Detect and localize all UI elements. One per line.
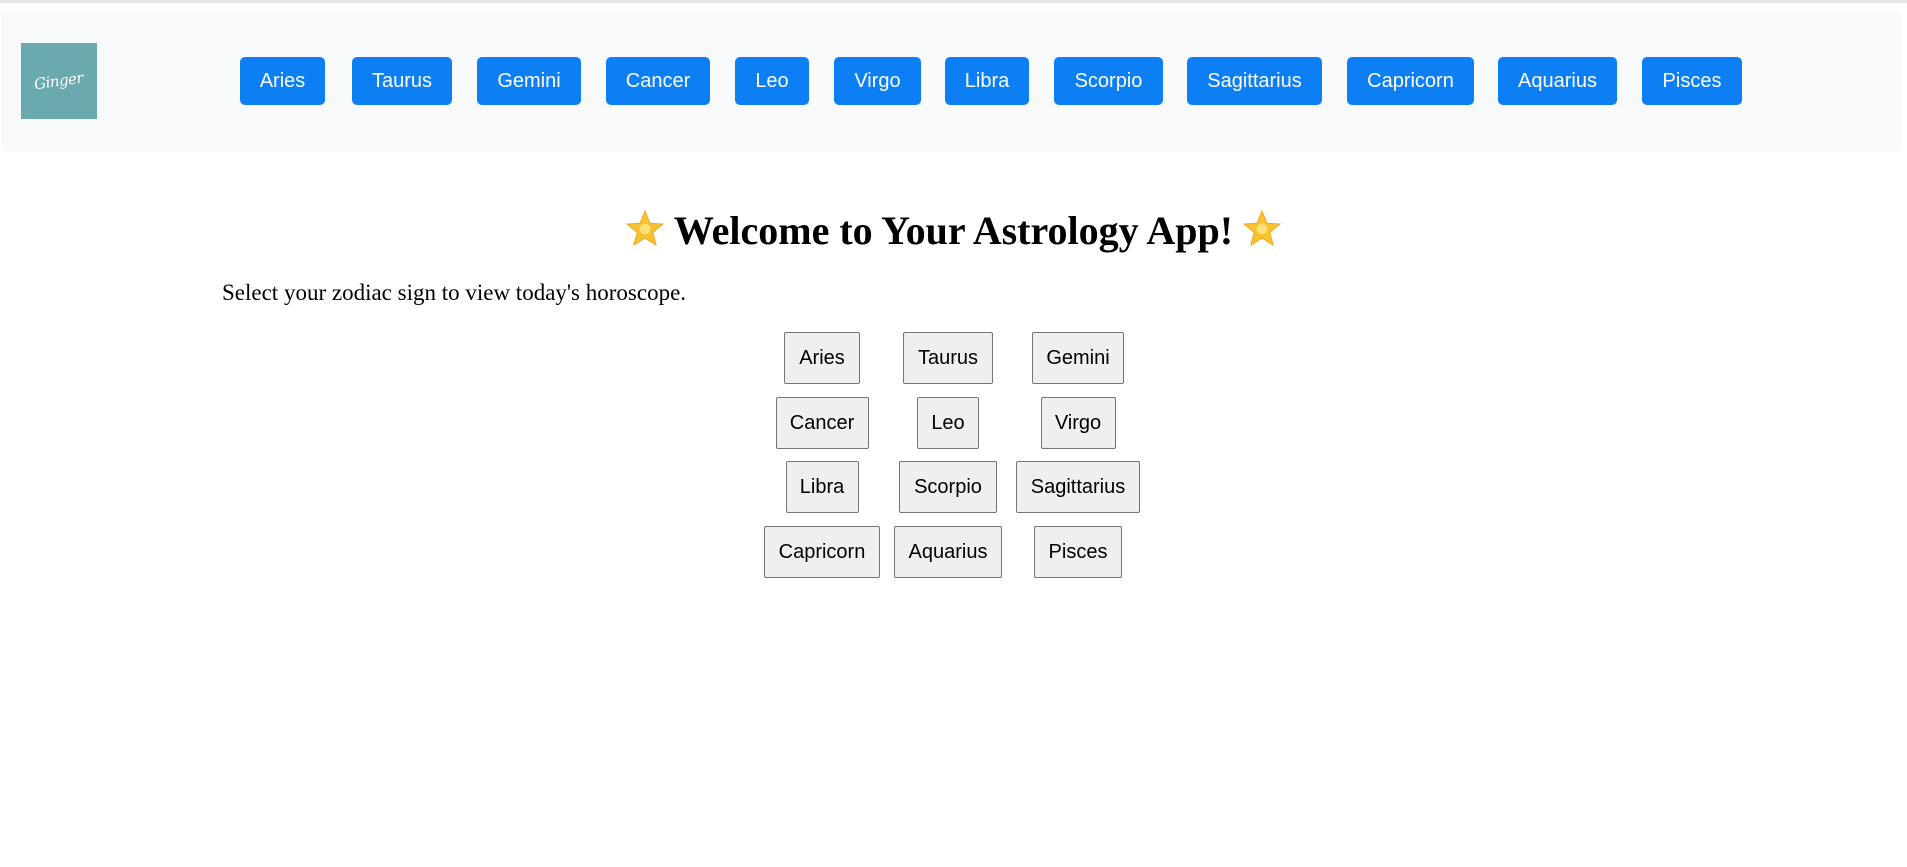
nav-button-aquarius[interactable]: Aquarius — [1498, 57, 1617, 105]
sign-button-cancer[interactable]: Cancer — [775, 397, 869, 449]
nav-button-scorpio[interactable]: Scorpio — [1054, 57, 1163, 105]
sign-button-taurus[interactable]: Taurus — [903, 332, 993, 384]
nav-button-capricorn[interactable]: Capricorn — [1347, 57, 1474, 105]
glowing-star-icon — [625, 209, 665, 247]
sign-button-aries[interactable]: Aries — [784, 332, 860, 384]
nav-button-cancer[interactable]: Cancer — [606, 57, 710, 105]
nav-button-leo[interactable]: Leo — [735, 57, 809, 105]
logo-text: Ginger — [33, 68, 85, 94]
sign-button-capricorn[interactable]: Capricorn — [764, 526, 880, 578]
nav-button-pisces[interactable]: Pisces — [1642, 57, 1742, 105]
nav-button-libra[interactable]: Libra — [945, 57, 1029, 105]
sign-button-virgo[interactable]: Virgo — [1040, 397, 1116, 449]
logo[interactable]: Ginger — [21, 43, 97, 119]
sign-button-sagittarius[interactable]: Sagittarius — [1016, 461, 1140, 513]
sign-button-libra[interactable]: Libra — [785, 461, 859, 513]
nav-button-aries[interactable]: Aries — [240, 57, 325, 105]
nav-button-sagittarius[interactable]: Sagittarius — [1187, 57, 1322, 105]
nav-button-taurus[interactable]: Taurus — [352, 57, 452, 105]
sign-button-aquarius[interactable]: Aquarius — [894, 526, 1002, 578]
sign-button-leo[interactable]: Leo — [917, 397, 979, 449]
sign-button-gemini[interactable]: Gemini — [1032, 332, 1124, 384]
nav-button-virgo[interactable]: Virgo — [834, 57, 921, 105]
glowing-star-icon — [1242, 209, 1282, 247]
sign-button-scorpio[interactable]: Scorpio — [899, 461, 997, 513]
top-border — [0, 0, 1907, 3]
nav-button-gemini[interactable]: Gemini — [477, 57, 581, 105]
page-subtitle: Select your zodiac sign to view today's … — [222, 280, 687, 305]
page-title: Welcome to Your Astrology App! — [0, 205, 1907, 257]
sign-button-pisces[interactable]: Pisces — [1034, 526, 1122, 578]
page-title-text: Welcome to Your Astrology App! — [673, 208, 1234, 253]
navbar: Ginger Aries Taurus Gemini Cancer Leo Virgo Li… — [2, 12, 1901, 151]
